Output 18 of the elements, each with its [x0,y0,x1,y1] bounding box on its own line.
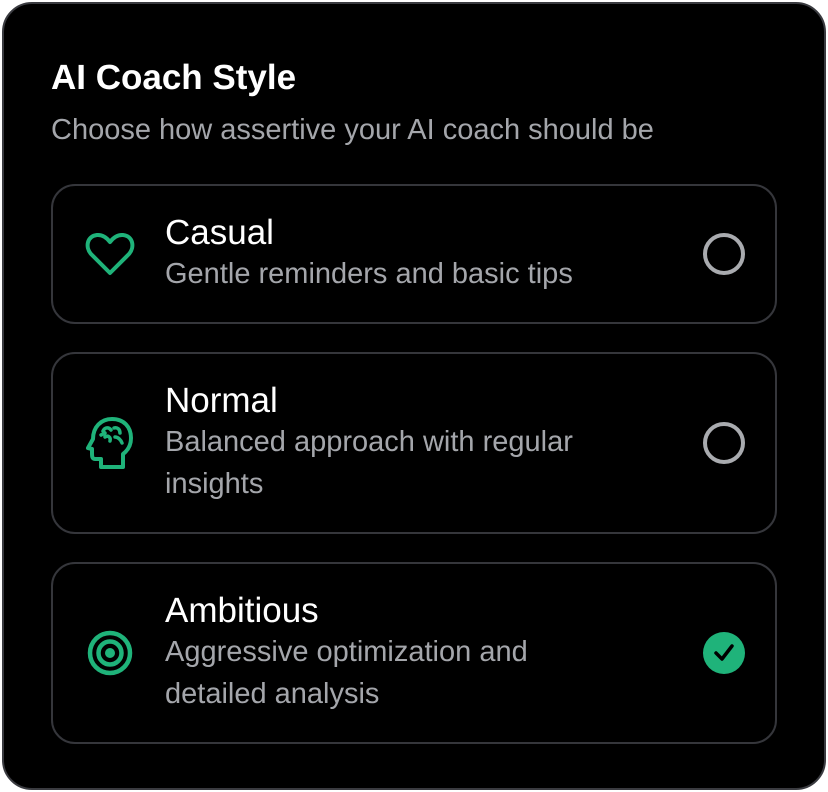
panel-title: AI Coach Style [51,57,298,99]
radio-button[interactable] [703,422,745,464]
option-card[interactable]: Ambitious Aggressive optimization and detailed analysis [51,562,777,744]
panel-subtitle: Choose how assertive your AI coach should be [51,113,655,148]
option-card[interactable]: Normal Balanced approach with regular insights [51,352,777,534]
option-description: Gentle reminders and basic tips [165,257,574,292]
heart-icon [85,231,135,277]
option-label: Casual [165,213,275,253]
check-icon [713,643,735,663]
target-icon [86,629,134,677]
head-brain-icon [85,415,135,471]
option-label: Ambitious [165,591,320,631]
option-description: Aggressive optimization and detailed analysis [165,635,529,712]
radio-button[interactable] [703,233,745,275]
option-card[interactable]: Casual Gentle reminders and basic tips [51,184,777,324]
option-description: Balanced approach with regular insights [165,425,574,502]
radio-checked[interactable] [703,632,745,674]
option-label: Normal [165,381,279,421]
